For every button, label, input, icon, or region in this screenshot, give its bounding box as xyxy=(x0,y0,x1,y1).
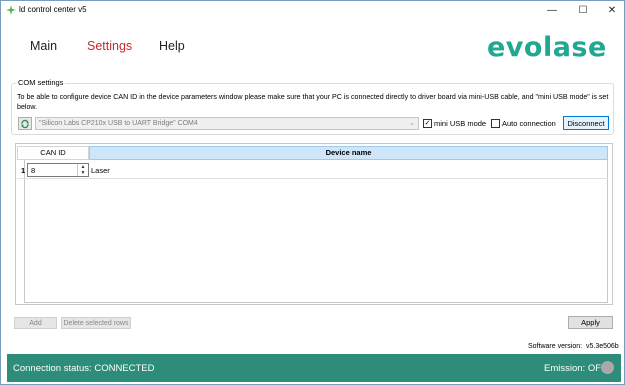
maximize-button[interactable]: ☐ xyxy=(569,1,597,19)
add-label: Add xyxy=(29,319,42,327)
brand-logo: evolase xyxy=(487,32,607,63)
apply-label: Apply xyxy=(581,318,600,327)
emission-led-icon xyxy=(601,361,614,374)
emission-label: Emission: xyxy=(544,363,586,374)
software-version: Software version: v5.3e506b xyxy=(528,343,619,350)
menu-main[interactable]: Main xyxy=(30,39,57,53)
delete-rows-button[interactable]: Delete selected rows xyxy=(61,317,131,329)
close-icon: ✕ xyxy=(607,4,617,16)
maximize-icon: ☐ xyxy=(578,4,588,16)
chevron-down-icon: ⌄ xyxy=(409,120,415,127)
com-settings-info: To be able to configure device CAN ID in… xyxy=(17,93,609,111)
apply-button[interactable]: Apply xyxy=(568,316,613,329)
disconnect-button[interactable]: Disconnect xyxy=(563,116,609,130)
check-icon: ✓ xyxy=(424,120,431,127)
app-icon xyxy=(6,5,16,15)
auto-connection-checkbox[interactable] xyxy=(491,119,500,128)
refresh-icon xyxy=(21,119,29,128)
menu-settings[interactable]: Settings xyxy=(87,39,132,53)
com-port-value: "Silicon Labs CP210x USB to UART Bridge"… xyxy=(39,120,198,127)
close-button[interactable]: ✕ xyxy=(598,1,625,19)
app-window: ld control center v5 — ☐ ✕ Main Settings… xyxy=(0,0,625,385)
software-version-label: Software version: xyxy=(528,343,583,350)
emission-status: Emission: OFF xyxy=(544,363,607,374)
connection-status-value: CONNECTED xyxy=(94,363,155,374)
com-settings-label: COM settings xyxy=(16,78,66,87)
spin-down-icon[interactable]: ▼ xyxy=(78,170,88,176)
title-bar: ld control center v5 — ☐ ✕ xyxy=(1,1,624,19)
column-header-can-id[interactable]: CAN ID xyxy=(17,146,89,160)
window-title: ld control center v5 xyxy=(19,5,87,14)
software-version-value: v5.3e506b xyxy=(585,343,619,350)
row-index: 1 xyxy=(21,166,26,175)
device-name-cell[interactable]: Laser xyxy=(91,166,110,175)
device-table-body xyxy=(24,147,608,303)
connection-status-label: Connection status: xyxy=(13,363,92,374)
add-row-button[interactable]: Add xyxy=(14,317,57,329)
com-port-select[interactable]: "Silicon Labs CP210x USB to UART Bridge"… xyxy=(35,117,419,130)
minimize-button[interactable]: — xyxy=(538,1,566,19)
connection-status: Connection status: CONNECTED xyxy=(13,363,155,374)
auto-connection-label[interactable]: Auto connection xyxy=(502,119,556,128)
menu-help[interactable]: Help xyxy=(159,39,185,53)
mini-usb-label[interactable]: mini USB mode xyxy=(434,119,486,128)
disconnect-label: Disconnect xyxy=(567,118,605,128)
refresh-ports-button[interactable] xyxy=(18,117,32,130)
row-divider xyxy=(17,178,608,179)
status-bar: Connection status: CONNECTED Emission: O… xyxy=(7,354,621,382)
column-header-device-name[interactable]: Device name xyxy=(89,146,608,160)
mini-usb-checkbox[interactable]: ✓ xyxy=(423,119,432,128)
can-id-spin-buttons[interactable]: ▲ ▼ xyxy=(77,164,88,176)
minimize-icon: — xyxy=(547,4,557,16)
delete-rows-label: Delete selected rows xyxy=(63,319,129,327)
